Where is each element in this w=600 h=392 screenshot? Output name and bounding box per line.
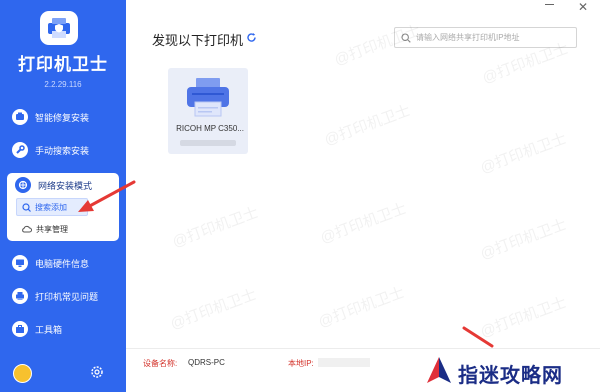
search-box[interactable] [394, 27, 577, 48]
device-name-label: 设备名称: [143, 359, 178, 368]
printer-shield-icon [48, 18, 70, 38]
compass-logo-icon [427, 357, 451, 383]
watermark: @打印机卫士 [322, 102, 413, 149]
sidebar-item-smart-repair[interactable]: 智能修复安装 [0, 106, 126, 128]
cloud-icon [21, 225, 32, 233]
sidebar-item-label: 智能修复安装 [35, 112, 90, 123]
device-name-value: QDRS-PC [188, 358, 225, 367]
sidebar-item-label: 工具箱 [35, 324, 63, 335]
printer-card[interactable]: RICOH MP C350... [168, 68, 248, 154]
wrench-icon [12, 142, 28, 158]
printer-icon [187, 78, 229, 117]
sidebar-subitem-share-manage[interactable]: 共享管理 [16, 222, 68, 236]
sidebar-subitem-search-add[interactable]: 搜索添加 [16, 198, 88, 216]
printer-icon [12, 288, 28, 304]
sidebar-item-hardware-info[interactable]: 电脑硬件信息 [0, 252, 126, 274]
local-ip-label: 本地IP: [288, 359, 314, 368]
search-icon [401, 32, 411, 43]
footer-divider [126, 348, 600, 349]
site-watermark: 指迷攻略网 [420, 352, 600, 392]
sidebar-item-network-install[interactable]: 网络安装模式 [15, 177, 92, 193]
page-title: 发现以下打印机 [152, 33, 244, 48]
watermark: @打印机卫士 [318, 200, 409, 247]
watermark: @打印机卫士 [478, 216, 569, 263]
site-watermark-text: 指迷攻略网 [458, 365, 563, 387]
sidebar-item-manual-search[interactable]: 手动搜索安装 [0, 139, 126, 161]
monitor-icon [12, 255, 28, 271]
printer-detail-redacted [180, 140, 236, 146]
wrench-icon [12, 109, 28, 125]
subitem-label: 共享管理 [36, 224, 68, 234]
watermark: @打印机卫士 [316, 284, 407, 331]
subitem-label: 搜索添加 [35, 202, 67, 212]
close-button[interactable]: ✕ [578, 0, 588, 14]
app-title: 打印机卫士 [18, 55, 108, 74]
avatar[interactable] [13, 364, 32, 383]
minimize-button[interactable] [545, 4, 554, 5]
app-version: 2.2.29.116 [44, 80, 82, 89]
toolbox-icon [12, 321, 28, 337]
watermark: @打印机卫士 [168, 286, 259, 333]
sidebar-item-label: 打印机常见问题 [35, 291, 99, 302]
sidebar-item-toolbox[interactable]: 工具箱 [0, 318, 126, 340]
sidebar-item-label: 手动搜索安装 [35, 145, 90, 156]
refresh-icon[interactable] [246, 32, 257, 43]
watermark: @打印机卫士 [478, 294, 569, 341]
watermark: @打印机卫士 [478, 130, 569, 177]
sidebar-item-faq[interactable]: 打印机常见问题 [0, 285, 126, 307]
app-logo [40, 11, 78, 45]
sidebar-item-label: 电脑硬件信息 [35, 258, 90, 269]
network-icon [15, 177, 31, 193]
printer-name: RICOH MP C350... [176, 124, 244, 133]
watermark: @打印机卫士 [170, 204, 261, 251]
red-arrow-annotation [462, 326, 494, 348]
gear-icon[interactable] [90, 365, 104, 379]
sidebar-item-label: 网络安装模式 [38, 180, 93, 191]
search-icon [22, 202, 31, 212]
search-input[interactable] [416, 33, 566, 42]
local-ip-redacted [318, 358, 370, 367]
